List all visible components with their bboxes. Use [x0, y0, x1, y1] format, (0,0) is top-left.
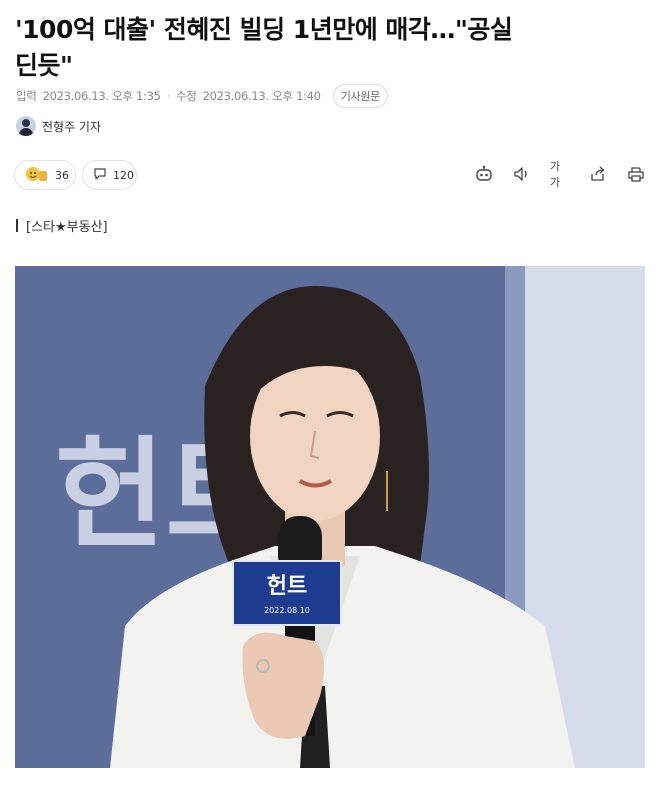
headline-line-1: '100억 대출' 전혜진 빌딩 1년만에 매각…"공실 [15, 15, 513, 44]
robot-icon[interactable] [474, 164, 494, 184]
original-article-button[interactable]: 기사원문 [332, 84, 388, 108]
edit-time: 2023.06.13. 오후 1:40 [202, 89, 321, 103]
input-label: 입력 [16, 89, 37, 103]
font-size-button[interactable]: 가가 [550, 160, 570, 189]
reporter-avatar [16, 116, 36, 136]
article-photo: 헌트 헌트 2022.08.10 [15, 266, 645, 768]
headline-line-2: 딘듯" [15, 51, 73, 80]
reaction-icon [25, 165, 49, 186]
reporter-name: 전형주 기자 [42, 119, 102, 134]
article-meta: 입력 2023.06.13. 오후 1:35 · 수정 2023.06.13. … [16, 84, 388, 108]
article-headline: '100억 대출' 전혜진 빌딩 1년만에 매각…"공실 딘듯" [15, 12, 655, 84]
mic-flag-title: 헌트 [267, 574, 307, 599]
meta-separator: · [166, 89, 171, 103]
category-label: [스타★부동산] [26, 220, 108, 235]
reaction-count: 36 [55, 168, 69, 182]
input-time: 2023.06.13. 오후 1:35 [42, 89, 161, 103]
article-toolbar: 가가 [474, 160, 646, 189]
speaker-icon[interactable] [512, 164, 532, 184]
press-conference-photo: 헌트 헌트 2022.08.10 [15, 266, 645, 768]
category-bar [16, 219, 18, 232]
print-icon[interactable] [626, 164, 646, 184]
edit-label: 수정 [176, 89, 197, 103]
reaction-button[interactable]: 36 [14, 160, 76, 190]
comment-button[interactable]: 120 [82, 160, 137, 190]
mic-flag-date: 2022.08.10 [264, 606, 310, 615]
reporter-byline[interactable]: 전형주 기자 [16, 116, 101, 136]
comment-icon [93, 167, 107, 184]
share-icon[interactable] [588, 164, 608, 184]
article-category: [스타★부동산] [16, 216, 108, 235]
comment-count: 120 [113, 168, 134, 182]
